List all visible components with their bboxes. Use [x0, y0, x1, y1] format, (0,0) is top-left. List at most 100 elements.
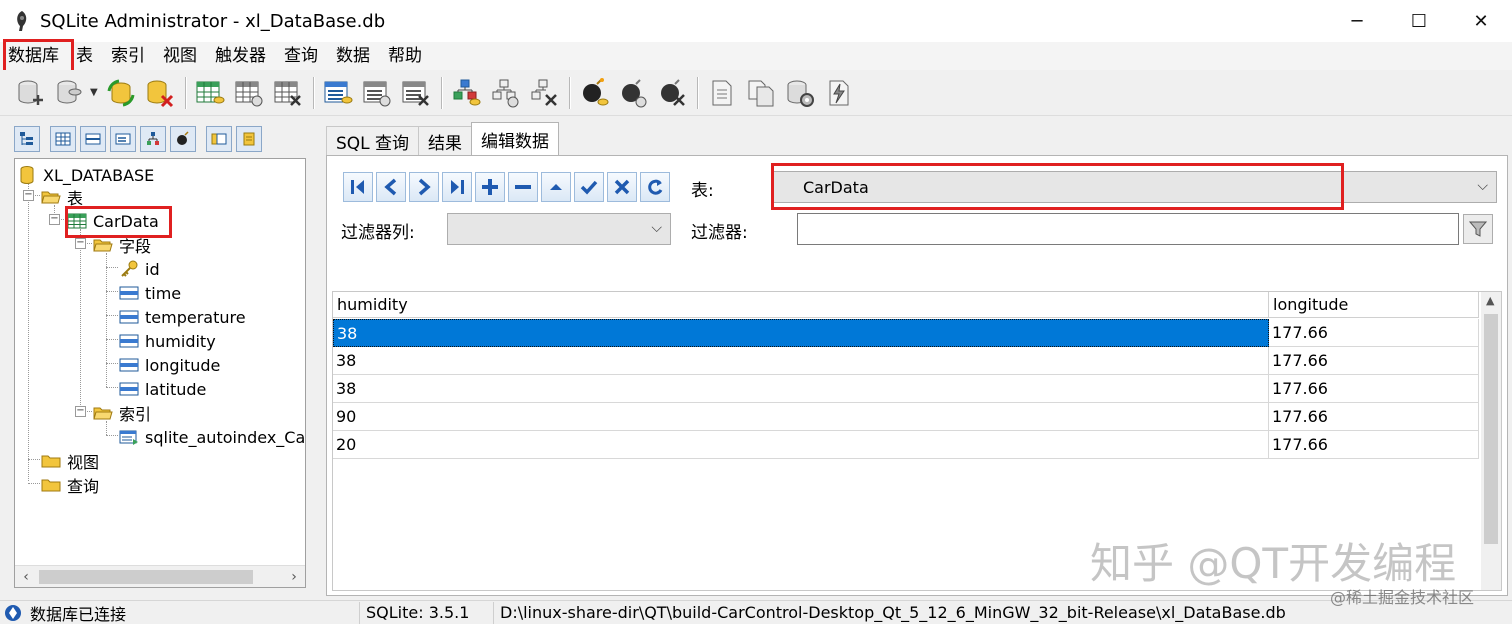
tree-item-field-time[interactable]: time	[119, 281, 181, 305]
triggers-filter-icon[interactable]	[170, 126, 196, 152]
new-database-icon[interactable]	[14, 76, 48, 110]
fields-filter-icon[interactable]	[80, 126, 106, 152]
database-info-icon[interactable]	[236, 126, 262, 152]
scroll-right-icon[interactable]: ›	[283, 566, 305, 587]
grid-cell[interactable]: 177.66	[1269, 403, 1479, 431]
edit-trigger-icon[interactable]	[616, 76, 650, 110]
tree-view-icon[interactable]	[14, 126, 40, 152]
column-header-humidity[interactable]: humidity	[333, 292, 1269, 318]
prior-record-icon[interactable]	[376, 172, 406, 202]
table-row[interactable]: 38 177.66	[333, 375, 1479, 403]
document-icon[interactable]	[705, 76, 739, 110]
menu-data[interactable]: 数据	[327, 42, 379, 70]
tab-results[interactable]: 结果	[418, 126, 473, 156]
menu-view[interactable]: 视图	[154, 42, 206, 70]
column-header-longitude[interactable]: longitude	[1269, 292, 1479, 318]
table-row[interactable]: 20 177.66	[333, 431, 1479, 459]
filter-funnel-icon[interactable]	[1463, 214, 1493, 244]
menu-help[interactable]: 帮助	[379, 42, 431, 70]
tree-item-index[interactable]: sqlite_autoindex_CarData_1	[119, 425, 305, 449]
tables-filter-icon[interactable]	[50, 126, 76, 152]
open-database-icon[interactable]	[53, 76, 87, 110]
grid-cell[interactable]: 38	[333, 319, 1269, 347]
new-table-icon[interactable]	[193, 76, 227, 110]
table-row[interactable]: 38 177.66	[333, 347, 1479, 375]
scroll-up-icon[interactable]: ▲	[1486, 294, 1494, 307]
indexes-filter-icon[interactable]	[110, 126, 136, 152]
tree-item-field-latitude[interactable]: latitude	[119, 377, 206, 401]
grid-cell[interactable]: 38	[333, 347, 1269, 375]
edit-record-icon[interactable]	[541, 172, 571, 202]
refresh-data-icon[interactable]	[640, 172, 670, 202]
tab-sql-query[interactable]: SQL 查询	[326, 126, 420, 156]
field-icon	[119, 308, 139, 326]
menu-table[interactable]: 表	[67, 42, 102, 70]
tree-item-field-id[interactable]: id	[119, 257, 160, 281]
menu-index[interactable]: 索引	[102, 42, 154, 70]
grid-cell[interactable]: 20	[333, 431, 1269, 459]
close-button[interactable]: ✕	[1450, 0, 1512, 42]
copy-document-icon[interactable]	[744, 76, 778, 110]
grid-cell[interactable]: 177.66	[1269, 375, 1479, 403]
delete-index-icon[interactable]	[399, 76, 433, 110]
delete-view-icon[interactable]	[527, 76, 561, 110]
tree-horizontal-scrollbar[interactable]: ‹ ›	[15, 565, 305, 587]
tree-item-field-temperature[interactable]: temperature	[119, 305, 246, 329]
execute-lightning-icon[interactable]	[822, 76, 856, 110]
collapse-fields-toggle[interactable]: −	[75, 238, 86, 249]
tab-edit-data[interactable]: 编辑数据	[471, 122, 560, 156]
minimize-button[interactable]: ─	[1326, 0, 1388, 42]
tree-item-tables-folder[interactable]: 表	[41, 185, 83, 209]
delete-trigger-icon[interactable]	[655, 76, 689, 110]
close-database-icon[interactable]	[143, 76, 177, 110]
cancel-edit-icon[interactable]	[607, 172, 637, 202]
filter-input[interactable]	[797, 213, 1459, 245]
refresh-database-icon[interactable]	[104, 76, 138, 110]
grid-cell[interactable]: 177.66	[1269, 347, 1479, 375]
table-row[interactable]: 90 177.66	[333, 403, 1479, 431]
edit-view-icon[interactable]	[488, 76, 522, 110]
new-index-icon[interactable]	[321, 76, 355, 110]
tree-item-queries-folder[interactable]: 查询	[41, 473, 99, 497]
grid-cell[interactable]: 177.66	[1269, 431, 1479, 459]
delete-table-icon[interactable]	[271, 76, 305, 110]
tree-item-field-longitude[interactable]: longitude	[119, 353, 220, 377]
edit-index-icon[interactable]	[360, 76, 394, 110]
grid-cell[interactable]: 38	[333, 375, 1269, 403]
chevron-down-icon[interactable]: ▼	[90, 87, 98, 98]
menu-query[interactable]: 查询	[275, 42, 327, 70]
tree-item-indexes-folder[interactable]: 索引	[93, 401, 151, 425]
tree-item-field-humidity[interactable]: humidity	[119, 329, 216, 353]
collapse-tables-toggle[interactable]: −	[23, 190, 34, 201]
edit-table-icon[interactable]	[232, 76, 266, 110]
collapse-indexes-toggle[interactable]: −	[75, 406, 86, 417]
scrollbar-thumb[interactable]	[1484, 314, 1498, 544]
grid-cell[interactable]: 177.66	[1269, 319, 1479, 347]
insert-record-icon[interactable]	[475, 172, 505, 202]
filter-column-select[interactable]: ⌵	[447, 213, 671, 245]
scrollbar-thumb[interactable]	[39, 570, 253, 584]
database-settings-icon[interactable]	[783, 76, 817, 110]
tree-item-fields-folder[interactable]: 字段	[93, 233, 151, 257]
views-filter-icon[interactable]	[140, 126, 166, 152]
delete-record-icon[interactable]	[508, 172, 538, 202]
table-select[interactable]: CarData ⌵	[773, 171, 1497, 203]
tree-item-views-folder[interactable]: 视图	[41, 449, 99, 473]
maximize-button[interactable]: ☐	[1388, 0, 1450, 42]
new-trigger-icon[interactable]	[577, 76, 611, 110]
last-record-icon[interactable]	[442, 172, 472, 202]
tree-item-table-cardata[interactable]: CarData	[67, 209, 159, 233]
menu-database[interactable]: 数据库	[0, 42, 67, 70]
collapse-table-toggle[interactable]: −	[49, 214, 60, 225]
menu-trigger[interactable]: 触发器	[206, 42, 275, 70]
table-row[interactable]: 38 177.66	[333, 319, 1479, 347]
show-all-icon[interactable]	[206, 126, 232, 152]
next-record-icon[interactable]	[409, 172, 439, 202]
grid-vertical-scrollbar[interactable]: ▲	[1481, 292, 1501, 590]
first-record-icon[interactable]	[343, 172, 373, 202]
tree-item-database[interactable]: XL_DATABASE	[17, 163, 154, 187]
scroll-left-icon[interactable]: ‹	[15, 566, 37, 587]
new-view-icon[interactable]	[449, 76, 483, 110]
post-edit-icon[interactable]	[574, 172, 604, 202]
grid-cell[interactable]: 90	[333, 403, 1269, 431]
